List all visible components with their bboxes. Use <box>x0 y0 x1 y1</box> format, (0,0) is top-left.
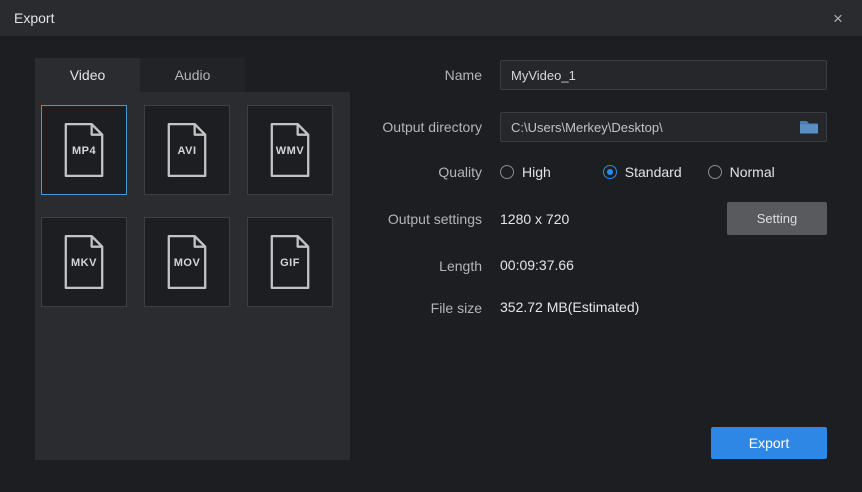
format-section: Video Audio MP4 <box>35 58 350 492</box>
format-label: MKV <box>71 257 97 269</box>
quality-options: High Standard Normal <box>500 164 827 180</box>
format-tile-gif[interactable]: GIF <box>247 217 333 307</box>
output-settings-row: Output settings 1280 x 720 Setting <box>370 202 827 235</box>
format-tile-mov[interactable]: MOV <box>144 217 230 307</box>
close-icon[interactable]: × <box>828 10 848 27</box>
tab-video[interactable]: Video <box>35 58 140 92</box>
format-panel: MP4 AVI WMV <box>35 92 350 460</box>
resolution-value: 1280 x 720 <box>500 211 569 227</box>
output-directory-input[interactable] <box>500 112 827 142</box>
export-button[interactable]: Export <box>711 427 827 459</box>
format-label: GIF <box>280 257 300 269</box>
format-tile-mp4[interactable]: MP4 <box>41 105 127 195</box>
quality-radio-normal[interactable]: Normal <box>708 164 775 180</box>
length-label: Length <box>370 258 482 274</box>
format-label: MOV <box>174 257 201 269</box>
length-row: Length 00:09:37.66 <box>370 257 827 275</box>
export-dialog: Export × Video Audio MP4 <box>0 0 862 492</box>
dialog-content: Video Audio MP4 <box>0 36 862 492</box>
file-size-row: File size 352.72 MB(Estimated) <box>370 299 827 317</box>
browse-folder-button[interactable] <box>794 115 824 139</box>
quality-label: Quality <box>370 164 482 180</box>
quality-radio-standard[interactable]: Standard <box>603 164 682 180</box>
name-label: Name <box>370 67 482 83</box>
file-size-label: File size <box>370 300 482 316</box>
format-label: WMV <box>276 145 304 157</box>
radio-circle-icon <box>500 165 514 179</box>
media-tabs: Video Audio <box>35 58 350 92</box>
output-directory-row: Output directory <box>370 112 827 142</box>
title-bar: Export × <box>0 0 862 36</box>
radio-label: Normal <box>730 164 775 180</box>
format-tile-wmv[interactable]: WMV <box>247 105 333 195</box>
output-directory-label: Output directory <box>370 119 482 135</box>
tab-audio[interactable]: Audio <box>140 58 245 92</box>
radio-circle-icon <box>708 165 722 179</box>
format-label: MP4 <box>72 145 96 157</box>
format-tile-mkv[interactable]: MKV <box>41 217 127 307</box>
output-settings-label: Output settings <box>370 211 482 227</box>
setting-button[interactable]: Setting <box>727 202 827 235</box>
format-tile-avi[interactable]: AVI <box>144 105 230 195</box>
quality-radio-high[interactable]: High <box>500 164 551 180</box>
name-row: Name <box>370 60 827 90</box>
radio-label: High <box>522 164 551 180</box>
length-value: 00:09:37.66 <box>500 257 574 273</box>
name-input[interactable] <box>500 60 827 90</box>
radio-circle-icon <box>603 165 617 179</box>
folder-icon <box>799 119 819 135</box>
dialog-title: Export <box>14 10 54 26</box>
file-size-value: 352.72 MB(Estimated) <box>500 299 639 315</box>
quality-row: Quality High Standard Normal <box>370 164 827 180</box>
format-grid: MP4 AVI WMV <box>41 105 350 307</box>
radio-label: Standard <box>625 164 682 180</box>
format-label: AVI <box>177 145 196 157</box>
